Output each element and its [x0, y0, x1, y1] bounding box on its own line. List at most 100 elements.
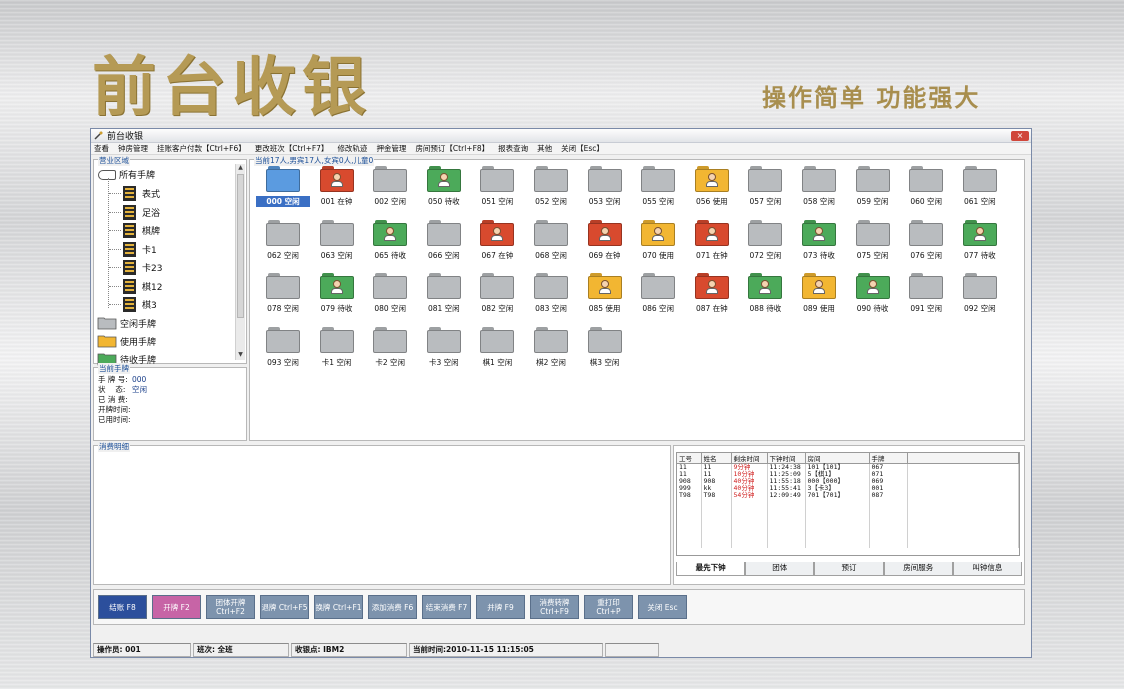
scroll-thumb[interactable]	[237, 174, 244, 318]
room-tile-073[interactable]: 073 待收	[792, 219, 846, 272]
room-tile-071[interactable]: 071 在钟	[685, 219, 739, 272]
tree-item[interactable]: 棋12	[109, 278, 162, 294]
room-tile-072[interactable]: 072 空闲	[738, 219, 792, 272]
room-tile-080[interactable]: 080 空闲	[363, 273, 417, 325]
table-row[interactable]: 11 11 9分钟 11:24:38 101【101】 067	[677, 463, 1019, 471]
room-tile-058[interactable]: 058 空闲	[792, 166, 846, 218]
legend-item[interactable]: 使用手牌	[97, 334, 156, 348]
room-tile-090[interactable]: 090 待收	[846, 273, 900, 325]
room-tile-065[interactable]: 065 待收	[363, 219, 417, 272]
action-button-3[interactable]: 退牌 Ctrl+F5	[260, 595, 309, 619]
action-button-0[interactable]: 结账 F8	[98, 595, 147, 619]
room-tile-089[interactable]: 089 使用	[792, 273, 846, 325]
room-tile-052[interactable]: 052 空闲	[524, 166, 578, 218]
menu-item[interactable]: 钟房管理	[118, 143, 148, 154]
room-tile-051[interactable]: 051 空闲	[470, 166, 524, 218]
table-row[interactable]: 908 908 40分钟 11:55:18 000【000】 069	[677, 478, 1019, 485]
room-tile-092[interactable]: 092 空闲	[953, 273, 1007, 325]
menu-item[interactable]: 修改轨迹	[337, 143, 367, 154]
column-header[interactable]: 房间	[805, 453, 870, 464]
table-row[interactable]: 11 11 10分钟 11:25:09 5【棋1】 071	[677, 471, 1019, 478]
action-button-5[interactable]: 添加消费 F6	[368, 595, 417, 619]
column-header[interactable]: 剩余时间	[731, 453, 768, 464]
menu-item[interactable]: 查看	[94, 143, 109, 154]
tree-item[interactable]: 表式	[109, 186, 160, 201]
room-tile-卡1[interactable]: 卡1 空闲	[310, 326, 364, 379]
room-tile-082[interactable]: 082 空闲	[470, 273, 524, 325]
room-tile-055[interactable]: 055 空闲	[631, 166, 685, 218]
room-tile-085[interactable]: 085 使用	[578, 273, 632, 325]
action-button-8[interactable]: 消费转牌 Ctrl+F9	[530, 595, 579, 619]
tree-item[interactable]: 足浴	[109, 204, 160, 220]
scroll-down-icon[interactable]: ▼	[236, 351, 245, 360]
room-tile-077[interactable]: 077 待收	[953, 219, 1007, 272]
column-header[interactable]: 下钟时间	[767, 453, 806, 464]
tab-1[interactable]: 团体	[745, 562, 815, 576]
room-tile-068[interactable]: 068 空闲	[524, 219, 578, 272]
room-tile-091[interactable]: 091 空闲	[899, 273, 953, 325]
room-tile-000[interactable]: 000 空闲	[256, 166, 310, 218]
room-tile-卡3[interactable]: 卡3 空闲	[417, 326, 471, 379]
menu-item[interactable]: 其他	[537, 143, 552, 154]
room-tile-棋3[interactable]: 棋3 空闲	[578, 326, 632, 379]
tab-2[interactable]: 预订	[814, 562, 884, 576]
room-tile-棋2[interactable]: 棋2 空闲	[524, 326, 578, 379]
tree-item[interactable]: 棋牌	[109, 223, 160, 238]
room-tile-050[interactable]: 050 待收	[417, 166, 471, 218]
legend-item[interactable]: 空闲手牌	[97, 316, 156, 330]
room-tile-062[interactable]: 062 空闲	[256, 219, 310, 272]
close-icon[interactable]: ×	[1011, 130, 1029, 141]
room-tile-070[interactable]: 070 使用	[631, 219, 685, 272]
scroll-up-icon[interactable]: ▲	[236, 164, 245, 173]
action-button-2[interactable]: 团体开牌 Ctrl+F2	[206, 595, 255, 619]
menu-item[interactable]: 报表查询	[498, 143, 528, 154]
menu-item[interactable]: 更改班次【Ctrl+F7】	[255, 143, 329, 154]
room-tile-076[interactable]: 076 空闲	[899, 219, 953, 272]
room-tile-056[interactable]: 056 使用	[685, 166, 739, 218]
tree-item[interactable]: 卡1	[109, 241, 157, 257]
menu-item[interactable]: 关闭【Esc】	[561, 143, 604, 154]
action-button-9[interactable]: 重打印 Ctrl+P	[584, 595, 633, 619]
room-tile-081[interactable]: 081 空闲	[417, 273, 471, 325]
table-row[interactable]: T98 T98 54分钟 12:09:49 701【701】 087	[677, 492, 1019, 499]
action-button-7[interactable]: 并牌 F9	[476, 595, 525, 619]
room-tile-053[interactable]: 053 空闲	[578, 166, 632, 218]
room-tile-001[interactable]: 001 在钟	[310, 166, 364, 218]
menu-item[interactable]: 房间预订【Ctrl+F8】	[415, 143, 489, 154]
room-tile-078[interactable]: 078 空闲	[256, 273, 310, 325]
tab-0[interactable]: 最先下钟	[676, 562, 746, 576]
menu-item[interactable]: 押金管理	[376, 143, 406, 154]
room-tile-066[interactable]: 066 空闲	[417, 219, 471, 272]
room-tile-棋1[interactable]: 棋1 空闲	[470, 326, 524, 379]
action-button-6[interactable]: 结束消费 F7	[422, 595, 471, 619]
room-tile-061[interactable]: 061 空闲	[953, 166, 1007, 218]
room-tile-086[interactable]: 086 空闲	[631, 273, 685, 325]
room-tile-002[interactable]: 002 空闲	[363, 166, 417, 218]
room-tile-063[interactable]: 063 空闲	[310, 219, 364, 272]
action-button-4[interactable]: 换牌 Ctrl+F1	[314, 595, 363, 619]
column-header[interactable]: 工号	[677, 453, 702, 464]
room-tile-卡2[interactable]: 卡2 空闲	[363, 326, 417, 379]
room-tile-069[interactable]: 069 在钟	[578, 219, 632, 272]
room-tile-079[interactable]: 079 待收	[310, 273, 364, 325]
action-button-10[interactable]: 关闭 Esc	[638, 595, 687, 619]
column-header[interactable]: 手牌	[869, 453, 908, 464]
room-tile-057[interactable]: 057 空闲	[738, 166, 792, 218]
table-row[interactable]: 999 kk 40分钟 11:55:41 3【卡3】 001	[677, 485, 1019, 492]
room-tile-075[interactable]: 075 空闲	[846, 219, 900, 272]
tree-scrollbar[interactable]: ▲ ▼	[235, 164, 245, 360]
tab-4[interactable]: 叫钟信息	[952, 562, 1023, 576]
tree-root-all-tags[interactable]: 所有手牌	[98, 168, 155, 181]
menu-item[interactable]: 挂账客户付款【Ctrl+F6】	[157, 143, 246, 154]
room-tile-087[interactable]: 087 在钟	[685, 273, 739, 325]
room-tile-083[interactable]: 083 空闲	[524, 273, 578, 325]
column-header[interactable]: 姓名	[701, 453, 732, 464]
room-tile-088[interactable]: 088 待收	[738, 273, 792, 325]
tree-item[interactable]: 卡23	[109, 260, 162, 275]
room-tile-093[interactable]: 093 空闲	[256, 326, 310, 379]
action-button-1[interactable]: 开牌 F2	[152, 595, 201, 619]
room-tile-060[interactable]: 060 空闲	[899, 166, 953, 218]
tree-item[interactable]: 棋3	[109, 297, 157, 312]
tab-3[interactable]: 房间服务	[883, 562, 953, 576]
room-tile-059[interactable]: 059 空闲	[846, 166, 900, 218]
